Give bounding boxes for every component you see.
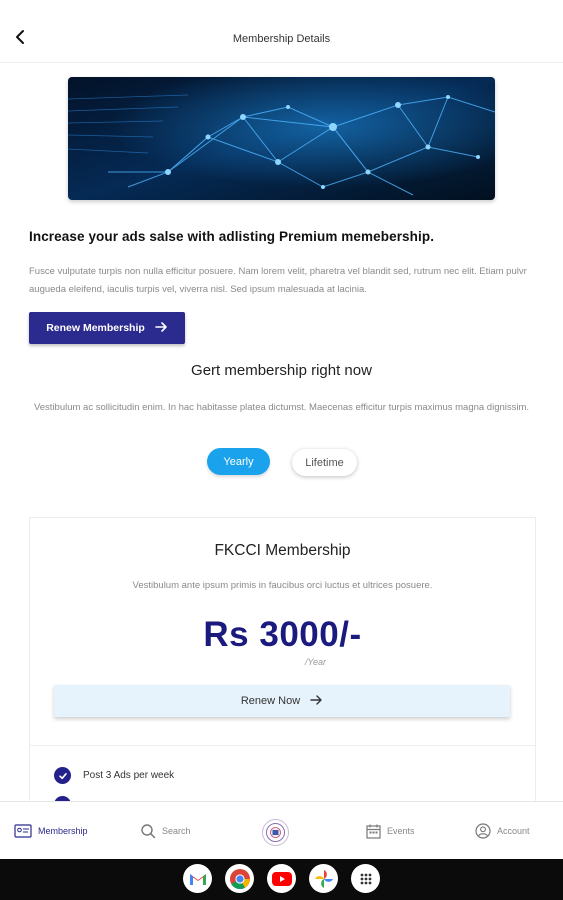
nav-events[interactable]: Events xyxy=(366,802,415,860)
app-launcher-icon[interactable] xyxy=(351,864,380,893)
plan-period: /Year xyxy=(305,657,327,667)
renew-membership-label: Renew Membership xyxy=(46,322,145,334)
feature-item: Post 3 Ads per week xyxy=(54,767,174,784)
page-title: Membership Details xyxy=(232,33,331,45)
nav-membership-label: Membership xyxy=(38,826,88,836)
arrow-right-icon xyxy=(310,694,323,709)
yearly-toggle[interactable]: Yearly xyxy=(207,448,270,475)
user-circle-icon xyxy=(475,823,491,839)
fkcci-logo-icon[interactable] xyxy=(262,819,289,846)
calendar-icon xyxy=(366,824,381,839)
photos-icon[interactable] xyxy=(309,864,338,893)
nav-membership[interactable]: Membership xyxy=(14,802,88,860)
plan-price: Rs 3000/- xyxy=(203,615,362,654)
plan-name: FKCCI Membership xyxy=(214,542,351,559)
feature-label: Post 3 Ads per week xyxy=(83,770,175,781)
nav-events-label: Events xyxy=(387,826,415,836)
arrow-right-icon xyxy=(154,321,168,336)
search-icon xyxy=(141,824,156,839)
app-header: Membership Details xyxy=(0,0,563,63)
nav-account-label: Account xyxy=(497,826,530,836)
card-divider xyxy=(30,745,535,746)
promo-headline: Increase your ads salse with adlisting P… xyxy=(29,229,435,244)
plan-description: Vestibulum ante ipsum primis in faucibus… xyxy=(132,580,433,591)
renew-membership-button[interactable]: Renew Membership xyxy=(29,312,185,344)
renew-now-label: Renew Now xyxy=(240,695,301,707)
membership-card-icon xyxy=(14,824,32,838)
nav-search[interactable]: Search xyxy=(140,802,191,860)
lifetime-toggle[interactable]: Lifetime xyxy=(292,449,357,476)
membership-section-title: Gert membership right now xyxy=(191,362,372,379)
nav-search-label: Search xyxy=(162,826,191,836)
nav-account[interactable]: Account xyxy=(475,802,530,860)
promo-description: Fusce vulputate turpis non nulla efficit… xyxy=(29,266,527,295)
renew-now-button[interactable]: Renew Now xyxy=(54,685,510,717)
membership-plan-card: FKCCI Membership Vestibulum ante ipsum p… xyxy=(29,517,536,839)
membership-section-description: Vestibulum ac sollicitudin enim. In hac … xyxy=(33,402,530,413)
youtube-icon[interactable] xyxy=(267,864,296,893)
gmail-icon[interactable] xyxy=(183,864,212,893)
promo-banner-image xyxy=(68,77,495,200)
check-circle-icon xyxy=(54,767,71,784)
chrome-icon[interactable] xyxy=(225,864,254,893)
